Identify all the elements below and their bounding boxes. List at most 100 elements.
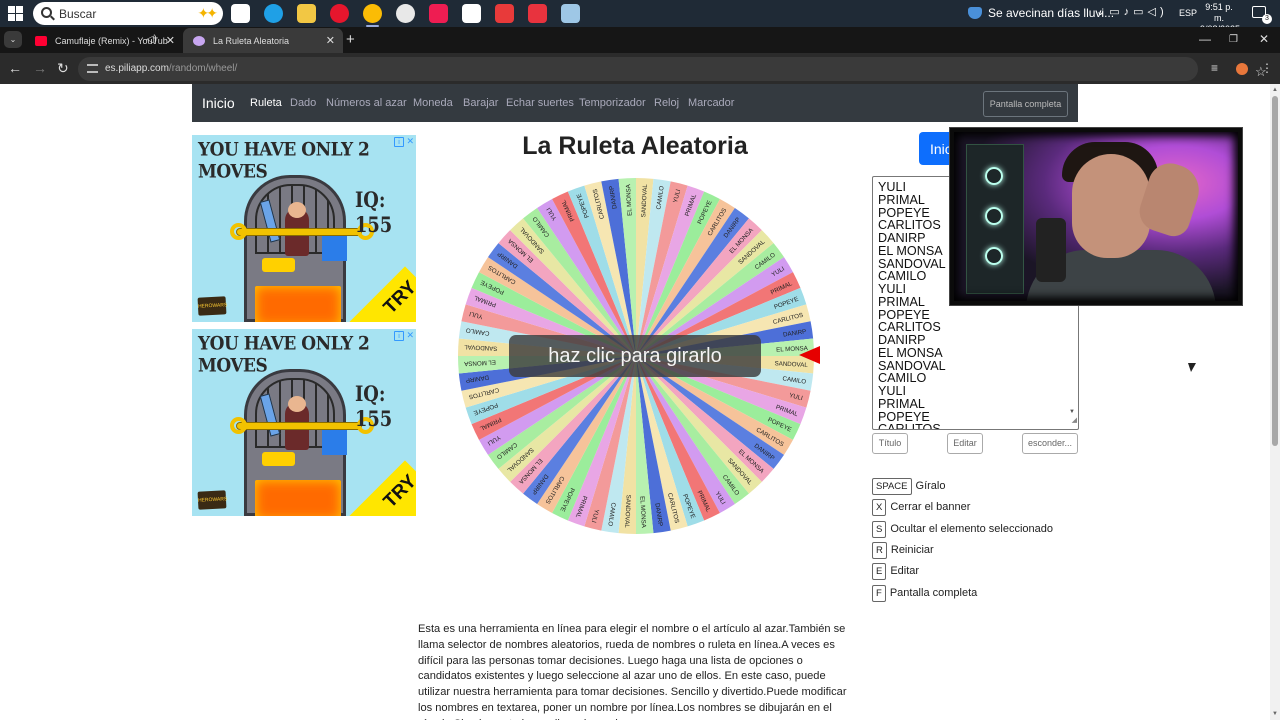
banner-ad[interactable]: YOU HAVE ONLY 2 MOVES i ✕ IQ: 155 HEROWA… <box>192 329 416 516</box>
ad-tower-image <box>244 369 347 516</box>
minimize-button[interactable]: — <box>1199 32 1211 46</box>
nav-ruleta[interactable]: Ruleta <box>250 97 282 109</box>
capcut-icon[interactable] <box>462 4 481 23</box>
browser-tab-strip: ⌄ Camuflaje (Remix) - YouTub ◁) ✕ La Rul… <box>0 27 1280 53</box>
notification-center-icon[interactable]: 3 <box>1252 6 1272 24</box>
shortcut-row: E Editar <box>872 563 920 581</box>
app-blue-icon[interactable] <box>561 4 580 23</box>
tab-title: La Ruleta Aleatoria <box>213 36 290 46</box>
youtube-icon <box>35 36 47 46</box>
name-line: CAMILO <box>878 371 927 386</box>
tab-youtube[interactable]: Camuflaje (Remix) - YouTub ◁) ✕ <box>25 28 183 53</box>
obs-icon[interactable] <box>396 4 415 23</box>
banner-ad[interactable]: YOU HAVE ONLY 2 MOVES i ✕ IQ: 155 HEROWA… <box>192 135 416 322</box>
shortcut-row: R Reiniciar <box>872 541 934 559</box>
name-line: YULI <box>878 384 906 398</box>
close-tab-icon[interactable]: ✕ <box>166 34 175 47</box>
rain-icon <box>968 7 982 19</box>
ad-iq-text: IQ: 155 <box>354 187 393 237</box>
shortcut-key: SPACE <box>872 478 912 495</box>
nav-echar-suertes[interactable]: Echar suertes <box>506 97 574 109</box>
tf-icon[interactable] <box>495 4 514 23</box>
nav-barajar[interactable]: Barajar <box>463 97 498 109</box>
scrollbar-thumb[interactable] <box>1272 96 1278 446</box>
tab-ruleta[interactable]: La Ruleta Aleatoria ✕ <box>183 28 343 53</box>
ad-close-icon[interactable]: ✕ <box>406 330 414 341</box>
wheel-pointer-icon <box>799 346 820 364</box>
ad-info-icon[interactable]: i <box>394 331 404 341</box>
name-line: CARLITOS <box>878 422 941 430</box>
opera-icon[interactable] <box>330 4 349 23</box>
taskbar-search-placeholder: Buscar <box>59 7 97 21</box>
webcam-overlay <box>950 128 1242 305</box>
ad-pin-ring-image <box>230 223 247 240</box>
page-scrollbar[interactable]: ▲ ▼ <box>1270 84 1280 720</box>
nav-marcador[interactable]: Marcador <box>688 97 734 109</box>
close-tab-icon[interactable]: ✕ <box>326 34 335 47</box>
shortcut-label: Cerrar el banner <box>890 501 971 514</box>
nav-dado[interactable]: Dado <box>290 97 316 109</box>
url-host: es.piliapp.com <box>105 63 169 74</box>
task-view-icon[interactable] <box>231 4 250 23</box>
file-explorer-icon[interactable] <box>297 4 316 23</box>
windows-taskbar: Buscar ✦✦ Se avecinan días lluvi... ⌄▭♪▭… <box>0 0 1280 34</box>
ad-info-icon[interactable]: i <box>394 137 404 147</box>
windows-start-icon[interactable] <box>8 6 23 21</box>
fc25-icon[interactable] <box>528 4 547 23</box>
shortcut-row: X Cerrar el banner <box>872 499 971 517</box>
search-icon <box>41 7 52 18</box>
shortcut-key: E <box>872 563 887 581</box>
title-input[interactable]: Título <box>872 433 908 454</box>
edit-button[interactable]: Editar <box>947 433 983 454</box>
mouse-cursor-icon <box>1188 363 1196 372</box>
name-line: EL MONSA <box>878 345 943 360</box>
shortcut-key: R <box>872 541 887 559</box>
media-control-icon[interactable]: ≡ <box>1211 61 1218 75</box>
nav-moneda[interactable]: Moneda <box>413 97 453 109</box>
resize-grip-icon[interactable]: ◢ <box>1072 415 1077 428</box>
hide-button[interactable]: esconder... <box>1022 433 1078 454</box>
nav-reloj[interactable]: Reloj <box>654 97 679 109</box>
notification-count: 3 <box>1262 14 1272 24</box>
name-line: DANIRP <box>878 333 926 347</box>
browser-menu-icon[interactable]: ⋮ <box>1261 61 1273 75</box>
shortcut-key: F <box>872 584 886 602</box>
nav-temporizador[interactable]: Temporizador <box>579 97 646 109</box>
back-button[interactable]: ← <box>8 60 22 76</box>
tab-search-button[interactable]: ⌄ <box>4 31 22 48</box>
reload-button[interactable]: ↻ <box>57 60 69 77</box>
shortcut-label: Pantalla completa <box>889 586 978 599</box>
clock-time: 9:51 p. m. <box>1205 2 1233 23</box>
tiktok-icon[interactable] <box>429 4 448 23</box>
system-tray-icons[interactable]: ⌄▭♪▭◁) <box>1096 5 1168 18</box>
edge-icon[interactable] <box>264 4 283 23</box>
new-tab-button[interactable]: + <box>346 31 355 48</box>
site-info-icon[interactable] <box>87 64 98 73</box>
web-page: Inicio Ruleta Dado Números al azar Moned… <box>0 84 1280 720</box>
ad-close-icon[interactable]: ✕ <box>406 136 414 147</box>
piliapp-icon <box>193 36 205 46</box>
address-bar[interactable]: es.piliapp.com/random/wheel/ ☆ <box>78 57 1267 81</box>
weather-widget[interactable]: Se avecinan días lluvi... <box>968 6 1114 20</box>
restore-button[interactable]: ❐ <box>1229 34 1238 45</box>
shortcut-row: F Pantalla completa <box>872 584 978 602</box>
extension-icon[interactable] <box>1236 63 1248 75</box>
shortcut-row: S Ocultar el elemento seleccionado <box>872 520 1053 538</box>
ad-tower-image <box>244 175 347 322</box>
audio-playing-icon[interactable]: ◁) <box>146 34 157 45</box>
site-brand[interactable]: Inicio <box>202 95 235 111</box>
spin-button[interactable]: haz clic para girarlo <box>509 335 761 377</box>
shortcut-label: Gíralo <box>915 480 946 492</box>
ad-iq-text: IQ: 155 <box>354 381 393 431</box>
shortcut-key: S <box>872 520 887 538</box>
chrome-icon[interactable] <box>363 4 382 27</box>
taskbar-search-box[interactable]: Buscar ✦✦ <box>33 2 223 25</box>
forward-button[interactable]: → <box>33 60 47 76</box>
ad-game-logo: HEROWARS <box>197 490 227 510</box>
url-path: /random/wheel/ <box>168 63 238 74</box>
close-window-button[interactable]: ✕ <box>1259 32 1269 46</box>
fullscreen-button[interactable]: Pantalla completa <box>983 91 1068 117</box>
language-indicator[interactable]: ESP <box>1179 8 1197 18</box>
shortcut-label: Editar <box>890 565 920 578</box>
nav-numeros[interactable]: Números al azar <box>326 97 407 109</box>
